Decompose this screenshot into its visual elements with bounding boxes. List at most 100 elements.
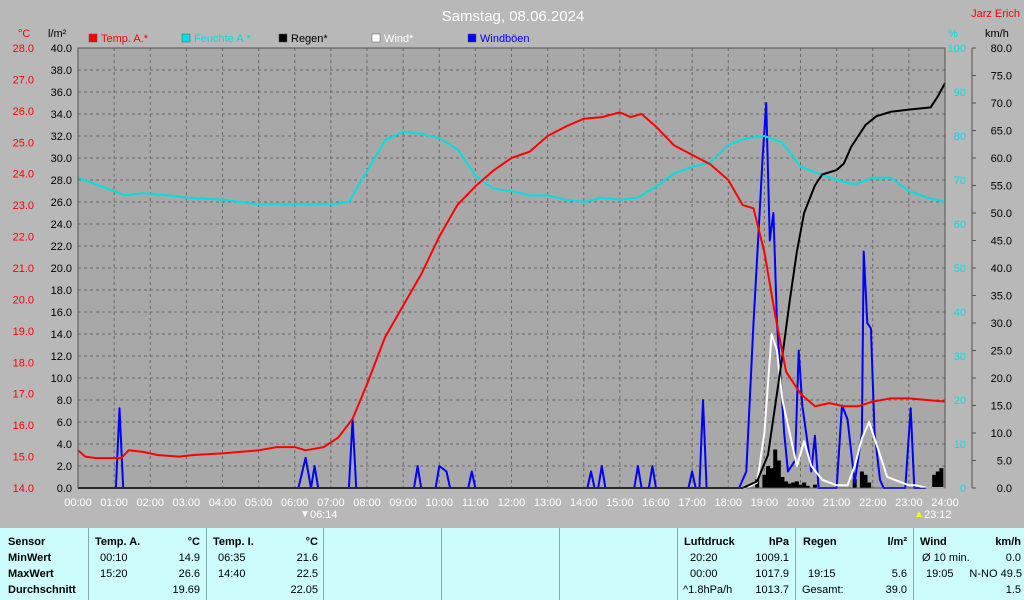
humidity-tick-label: 60 xyxy=(954,219,966,231)
rain-tick-label: 0.0 xyxy=(57,483,72,495)
temp-a-avg: 19.69 xyxy=(172,584,200,596)
x-tick-label: 11:00 xyxy=(462,497,489,509)
x-tick-label: 06:00 xyxy=(281,497,309,509)
legend-swatch-wind xyxy=(371,33,381,43)
row-label-min: MinWert xyxy=(8,552,52,564)
rain-tick-label: 38.0 xyxy=(51,65,72,77)
temp-tick-label: 22.0 xyxy=(13,232,34,244)
temp-a-unit: °C xyxy=(187,536,200,548)
pressure-max-time: 00:00 xyxy=(690,568,718,580)
humidity-tick-label: 10 xyxy=(954,439,966,451)
x-tick-label: 04:00 xyxy=(209,497,237,509)
legend-swatch-humidity xyxy=(181,33,191,43)
humidity-tick-label: 90 xyxy=(954,87,966,99)
temp-tick-label: 28.0 xyxy=(13,43,34,55)
wind-tick-label: 10.0 xyxy=(991,428,1012,440)
wind-max: N-NO 49.5 xyxy=(969,568,1022,580)
rain-tick-label: 28.0 xyxy=(51,175,72,187)
temp-i-header: Temp. I. xyxy=(213,536,254,548)
wind-tick-label: 60.0 xyxy=(991,153,1012,165)
rain-max-time: 19:15 xyxy=(808,568,836,580)
humidity-tick-label: 100 xyxy=(948,43,966,55)
rain-tick-label: 2.0 xyxy=(57,461,72,473)
rain-header: Regen xyxy=(803,536,837,548)
sunrise-time: 06:14 xyxy=(310,509,338,521)
rain-bar xyxy=(780,477,785,488)
temp-a-min: 14.9 xyxy=(178,552,200,564)
wind-tick-label: 20.0 xyxy=(991,373,1012,385)
x-tick-label: 20:00 xyxy=(787,497,815,509)
x-tick-label: 18:00 xyxy=(714,497,742,509)
rain-bar xyxy=(784,481,789,488)
temp-tick-label: 16.0 xyxy=(13,420,34,432)
rain-bar xyxy=(935,471,940,488)
humidity-tick-label: 40 xyxy=(954,307,966,319)
legend-label-temp: Temp. A.* xyxy=(101,33,149,45)
wind-unit: km/h xyxy=(995,536,1021,548)
x-tick-label: 02:00 xyxy=(136,497,164,509)
rain-tick-label: 40.0 xyxy=(51,43,72,55)
wind-tick-label: 25.0 xyxy=(991,346,1012,358)
temp-tick-label: 24.0 xyxy=(13,169,34,181)
wind-extra: 1.5 xyxy=(1005,584,1021,596)
rain-tick-label: 6.0 xyxy=(57,417,72,429)
rain-tick-label: 10.0 xyxy=(51,373,72,385)
humidity-tick-label: 80 xyxy=(954,131,966,143)
wind-tick-label: 5.0 xyxy=(997,456,1012,468)
x-tick-label: 22:00 xyxy=(859,497,887,509)
legend-label-wind: Wind* xyxy=(384,33,414,45)
sunset-marker: ▲ 23:12 xyxy=(914,509,952,521)
wind-tick-label: 75.0 xyxy=(991,71,1012,83)
rain-bar xyxy=(769,468,774,488)
wind-tick-label: 50.0 xyxy=(991,208,1012,220)
temp-a-max-time: 15:20 xyxy=(100,568,128,580)
pressure-min: 1009.1 xyxy=(755,552,789,564)
rain-tick-label: 22.0 xyxy=(51,241,72,253)
temp-tick-label: 18.0 xyxy=(13,357,34,369)
x-tick-label: 23:00 xyxy=(895,497,923,509)
sunrise-icon: ▼ xyxy=(300,509,310,520)
rain-tick-label: 14.0 xyxy=(51,329,72,341)
rain-tick-label: 24.0 xyxy=(51,219,72,231)
temp-tick-label: 19.0 xyxy=(13,326,34,338)
wind-tick-label: 70.0 xyxy=(991,98,1012,110)
pressure-min-time: 20:20 xyxy=(690,552,718,564)
temp-tick-label: 26.0 xyxy=(13,106,34,118)
wind-tick-label: 0.0 xyxy=(997,483,1012,495)
temp-i-avg: 22.05 xyxy=(290,584,318,596)
rain-tick-label: 20.0 xyxy=(51,263,72,275)
temp-tick-label: 27.0 xyxy=(13,74,34,86)
rain-bar xyxy=(776,460,781,488)
humidity-tick-label: 70 xyxy=(954,175,966,187)
legend-swatch-gusts xyxy=(467,33,477,43)
temp-i-unit: °C xyxy=(305,536,318,548)
temp-i-max: 22.5 xyxy=(296,568,318,580)
rain-tick-label: 26.0 xyxy=(51,197,72,209)
x-tick-label: 10:00 xyxy=(425,497,453,509)
rain-tick-label: 36.0 xyxy=(51,87,72,99)
rain-bar xyxy=(939,468,944,488)
temp-tick-label: 14.0 xyxy=(13,483,34,495)
x-tick-label: 21:00 xyxy=(823,497,851,509)
wind-tick-label: 65.0 xyxy=(991,126,1012,138)
x-tick-label: 12:00 xyxy=(498,497,526,509)
pressure-unit: hPa xyxy=(768,536,789,548)
row-label-sensor: Sensor xyxy=(8,536,46,548)
x-tick-label: 24:00 xyxy=(931,497,959,509)
humidity-tick-label: 30 xyxy=(954,351,966,363)
wind-tick-label: 15.0 xyxy=(991,401,1012,413)
temp-tick-label: 15.0 xyxy=(13,452,34,464)
x-tick-label: 00:00 xyxy=(64,497,92,509)
temp-i-min-time: 06:35 xyxy=(218,552,246,564)
legend-label-gusts: Windböen xyxy=(480,33,530,45)
temp-tick-label: 25.0 xyxy=(13,137,34,149)
rain-bar xyxy=(773,449,778,488)
rain-tick-label: 34.0 xyxy=(51,109,72,121)
rain-tick-label: 30.0 xyxy=(51,153,72,165)
wind-tick-label: 35.0 xyxy=(991,291,1012,303)
weather-chart: Samstag, 08.06.2024 Jarz Erich Temp. A.*… xyxy=(0,0,1024,528)
sunrise-marker: ▼ 06:14 xyxy=(300,509,338,521)
temp-tick-label: 23.0 xyxy=(13,200,34,212)
x-tick-label: 13:00 xyxy=(534,497,562,509)
rain-bar xyxy=(867,482,872,488)
